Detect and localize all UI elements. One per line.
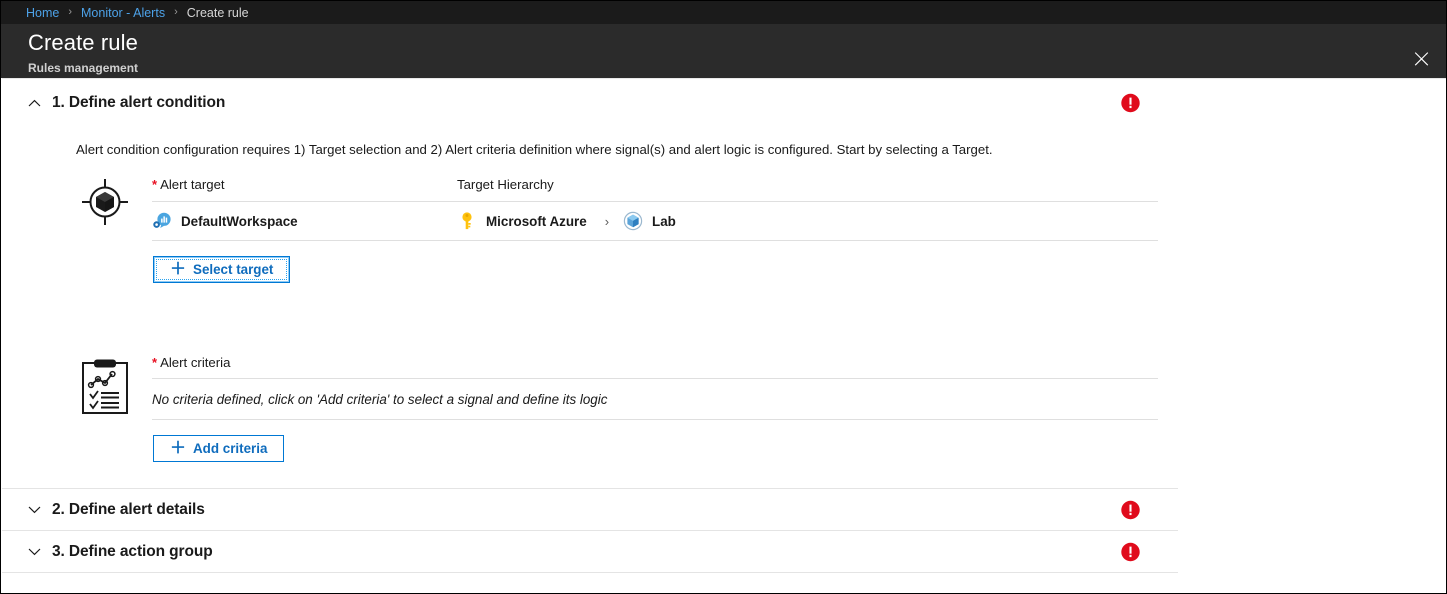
close-blade-button[interactable] bbox=[1408, 45, 1434, 71]
required-marker: * bbox=[152, 177, 157, 192]
status-badge-error bbox=[1121, 542, 1140, 561]
log-analytics-workspace-icon bbox=[152, 211, 172, 231]
blade-content: 1. Define alert condition Alert conditio… bbox=[2, 78, 1446, 592]
plus-icon: ＋ bbox=[170, 262, 186, 278]
hierarchy-item-name: Microsoft Azure bbox=[486, 214, 587, 229]
status-badge-error bbox=[1121, 500, 1140, 519]
page-subtitle: Rules management bbox=[28, 54, 1446, 75]
section-header-define-alert-condition[interactable]: 1. Define alert condition bbox=[2, 79, 1178, 127]
close-icon bbox=[1414, 51, 1429, 66]
add-criteria-button[interactable]: ＋ Add criteria bbox=[153, 435, 284, 462]
content-column: 1. Define alert condition Alert conditio… bbox=[2, 79, 1178, 573]
alert-target-block: *Alert target Target Hierarchy bbox=[2, 177, 1178, 283]
section-title: 2. Define alert details bbox=[52, 501, 205, 519]
breadcrumb-separator-icon: › bbox=[68, 7, 72, 18]
alert-target-resource: DefaultWorkspace bbox=[152, 211, 457, 231]
page-title: Create rule bbox=[28, 24, 1446, 54]
alert-criteria-block: *Alert criteria No criteria defined, cli… bbox=[2, 355, 1178, 462]
resource-group-cube-icon bbox=[623, 211, 643, 231]
required-marker: * bbox=[152, 355, 157, 370]
breadcrumb-separator-icon: › bbox=[174, 7, 178, 18]
select-target-button-label: Select target bbox=[193, 262, 273, 277]
alert-criteria-label-wrap: *Alert criteria bbox=[152, 355, 1158, 378]
add-criteria-button-label: Add criteria bbox=[193, 441, 267, 456]
section-title: 1. Define alert condition bbox=[52, 94, 225, 112]
alert-target-row: DefaultWorkspace Microsof bbox=[152, 202, 1158, 241]
section-header-define-alert-details[interactable]: 2. Define alert details bbox=[2, 488, 1178, 531]
create-rule-blade: Home › Monitor - Alerts › Create rule Cr… bbox=[0, 0, 1447, 594]
alert-target-column-headers: *Alert target Target Hierarchy bbox=[152, 177, 1158, 202]
chevron-down-icon bbox=[24, 505, 44, 514]
chevron-up-icon bbox=[24, 99, 44, 108]
error-exclamation-icon bbox=[1121, 542, 1140, 561]
target-hierarchy-label: Target Hierarchy bbox=[457, 177, 554, 201]
alert-target-label-wrap: *Alert target bbox=[152, 177, 457, 201]
criteria-clipboard-icon bbox=[77, 359, 133, 415]
error-exclamation-icon bbox=[1121, 94, 1140, 113]
target-crosshair-icon bbox=[77, 177, 133, 233]
key-icon bbox=[457, 211, 477, 231]
plus-icon: ＋ bbox=[170, 441, 186, 457]
chevron-down-icon bbox=[24, 547, 44, 556]
block-spacer bbox=[2, 283, 1178, 337]
target-hierarchy-path: Microsoft Azure › Lab bbox=[457, 211, 676, 231]
section-description: Alert condition configuration requires 1… bbox=[2, 127, 1178, 159]
section-spacer bbox=[2, 462, 1178, 488]
alert-target-label: Alert target bbox=[160, 177, 225, 192]
section-title: 3. Define action group bbox=[52, 543, 213, 561]
breadcrumb: Home › Monitor - Alerts › Create rule bbox=[1, 1, 1446, 24]
breadcrumb-item-create-rule[interactable]: Create rule bbox=[187, 6, 249, 20]
hierarchy-item-name: Lab bbox=[652, 214, 676, 229]
blade-title-bar: Create rule Rules management bbox=[1, 24, 1446, 78]
breadcrumb-item-home[interactable]: Home bbox=[26, 6, 59, 20]
status-badge-error bbox=[1121, 94, 1140, 113]
alert-target-resource-name: DefaultWorkspace bbox=[181, 214, 298, 229]
error-exclamation-icon bbox=[1121, 500, 1140, 519]
alert-criteria-label: Alert criteria bbox=[160, 355, 230, 370]
breadcrumb-item-monitor-alerts[interactable]: Monitor - Alerts bbox=[81, 6, 165, 20]
section-header-define-action-group[interactable]: 3. Define action group bbox=[2, 531, 1178, 573]
alert-criteria-empty-message: No criteria defined, click on 'Add crite… bbox=[152, 378, 1158, 420]
select-target-button[interactable]: ＋ Select target bbox=[153, 256, 290, 283]
chevron-right-icon: › bbox=[605, 214, 609, 229]
